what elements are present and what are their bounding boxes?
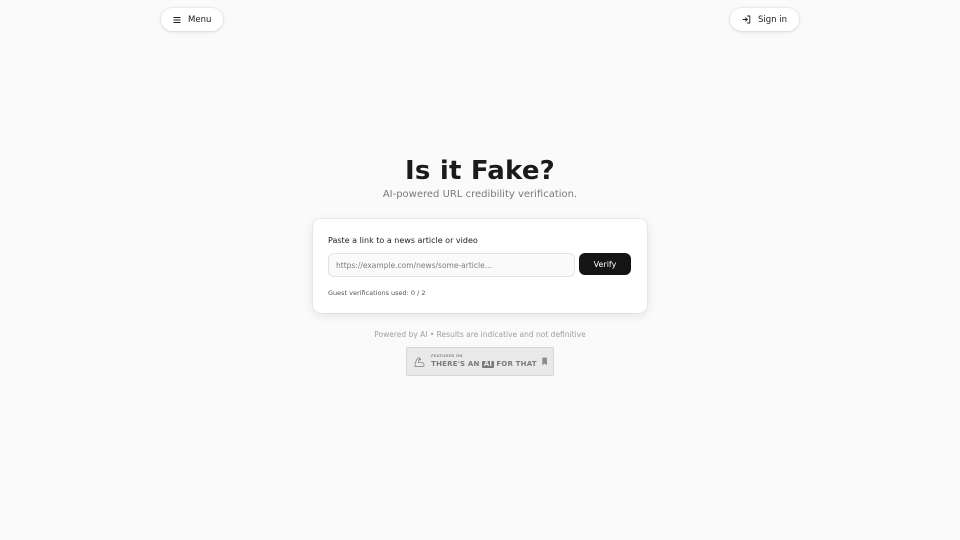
featured-badge-link[interactable]: FEATURED ON THERE'S AN AI FOR THAT (406, 347, 554, 376)
guest-usage-text: Guest verifications used: 0 / 2 (328, 289, 426, 297)
bookmark-icon (542, 357, 547, 366)
menu-label: Menu (188, 14, 212, 25)
badge-featured-on: FEATURED ON (431, 354, 463, 359)
disclaimer-text: Powered by AI • Results are indicative a… (374, 330, 586, 339)
page-subtitle: AI-powered URL credibility verification. (382, 189, 578, 200)
page: Menu Sign in Is it Fake? AI-powered URL … (0, 0, 960, 540)
sign-in-button[interactable]: Sign in (730, 8, 799, 31)
badge-text: FEATURED ON THERE'S AN AI FOR THAT (431, 355, 537, 368)
sign-in-label: Sign in (758, 14, 787, 25)
url-input-label: Paste a link to a news article or video (328, 236, 478, 245)
badge-brand-ai: AI (482, 359, 494, 368)
badge-brand: THERE'S AN AI FOR THAT (431, 359, 537, 368)
flexed-arm-icon (414, 356, 425, 367)
hamburger-icon (173, 16, 181, 23)
url-input[interactable] (328, 253, 575, 277)
menu-button[interactable]: Menu (161, 8, 224, 31)
sign-in-icon (742, 15, 751, 24)
page-title: Is it Fake? (405, 156, 555, 186)
verification-card: Paste a link to a news article or video … (313, 219, 647, 313)
verify-button[interactable]: Verify (579, 253, 631, 275)
badge-brand-part2: FOR THAT (496, 359, 537, 368)
badge-brand-part1: THERE'S AN (431, 359, 480, 368)
